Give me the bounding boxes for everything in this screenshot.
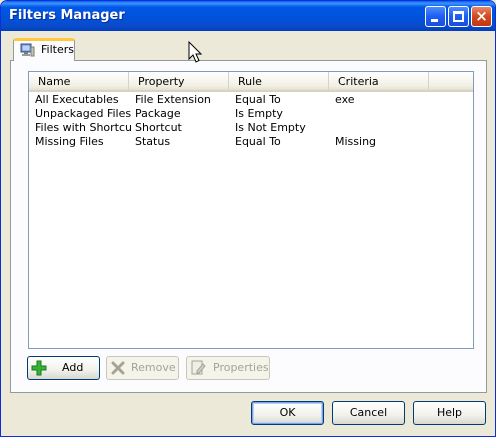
list-row[interactable]: Missing Files Status Equal To Missing [29,135,473,149]
filters-tab-panel: Name Property Rule Criteria All Executab… [10,60,487,393]
properties-label: Properties [213,361,269,374]
plus-icon [31,360,47,376]
filters-list[interactable]: Name Property Rule Criteria All Executab… [28,71,474,349]
cell-name: Unpackaged Files [35,107,131,120]
help-label: Help [436,406,463,419]
properties-icon [191,360,206,375]
list-row[interactable]: Unpackaged Files Package Is Empty [29,107,473,121]
mouse-pointer-icon [188,41,202,63]
minimize-icon [431,19,438,22]
close-icon: × [475,7,488,25]
column-header-property[interactable]: Property [129,72,229,91]
computer-icon [20,43,35,57]
ok-button[interactable]: OK [251,401,324,425]
tab-label: Filters [41,43,74,56]
cell-name: Missing Files [35,135,104,148]
help-button[interactable]: Help [413,401,486,425]
cell-rule: Is Empty [235,107,283,120]
x-icon [111,361,125,375]
cell-rule: Equal To [235,93,281,106]
cell-property: Status [135,135,171,148]
maximize-icon [453,11,464,22]
ok-label: OK [279,406,296,419]
cell-rule: Is Not Empty [235,121,306,134]
cell-property: Shortcut [135,121,182,134]
tab-filters[interactable]: Filters [13,38,75,61]
title-bar[interactable]: Filters Manager × [1,1,495,31]
list-header: Name Property Rule Criteria [29,72,473,92]
column-header-criteria[interactable]: Criteria [329,72,429,91]
cell-property: File Extension [135,93,211,106]
cell-name: All Executables [35,93,119,106]
add-label: Add [62,361,84,374]
list-row[interactable]: Files with Shortcuts Shortcut Is Not Emp… [29,121,473,135]
cell-name: Files with Shortcuts [35,121,131,134]
cancel-button[interactable]: Cancel [332,401,405,425]
cell-property: Package [135,107,181,120]
cell-criteria: exe [335,93,355,106]
minimize-button[interactable] [425,6,446,27]
column-header-name[interactable]: Name [29,72,129,91]
cancel-label: Cancel [349,406,388,419]
remove-button[interactable]: Remove [106,356,179,380]
list-row[interactable]: All Executables File Extension Equal To … [29,93,473,107]
column-header-rule[interactable]: Rule [229,72,329,91]
filters-manager-window: Filters Manager × Filters Name Property … [0,0,496,437]
properties-button[interactable]: Properties [186,356,270,380]
window-title: Filters Manager [9,8,125,23]
maximize-button[interactable] [448,6,469,27]
remove-label: Remove [131,361,176,374]
add-button[interactable]: Add [27,356,100,380]
close-button[interactable]: × [471,6,492,27]
cell-criteria: Missing [335,135,377,148]
cell-rule: Equal To [235,135,281,148]
